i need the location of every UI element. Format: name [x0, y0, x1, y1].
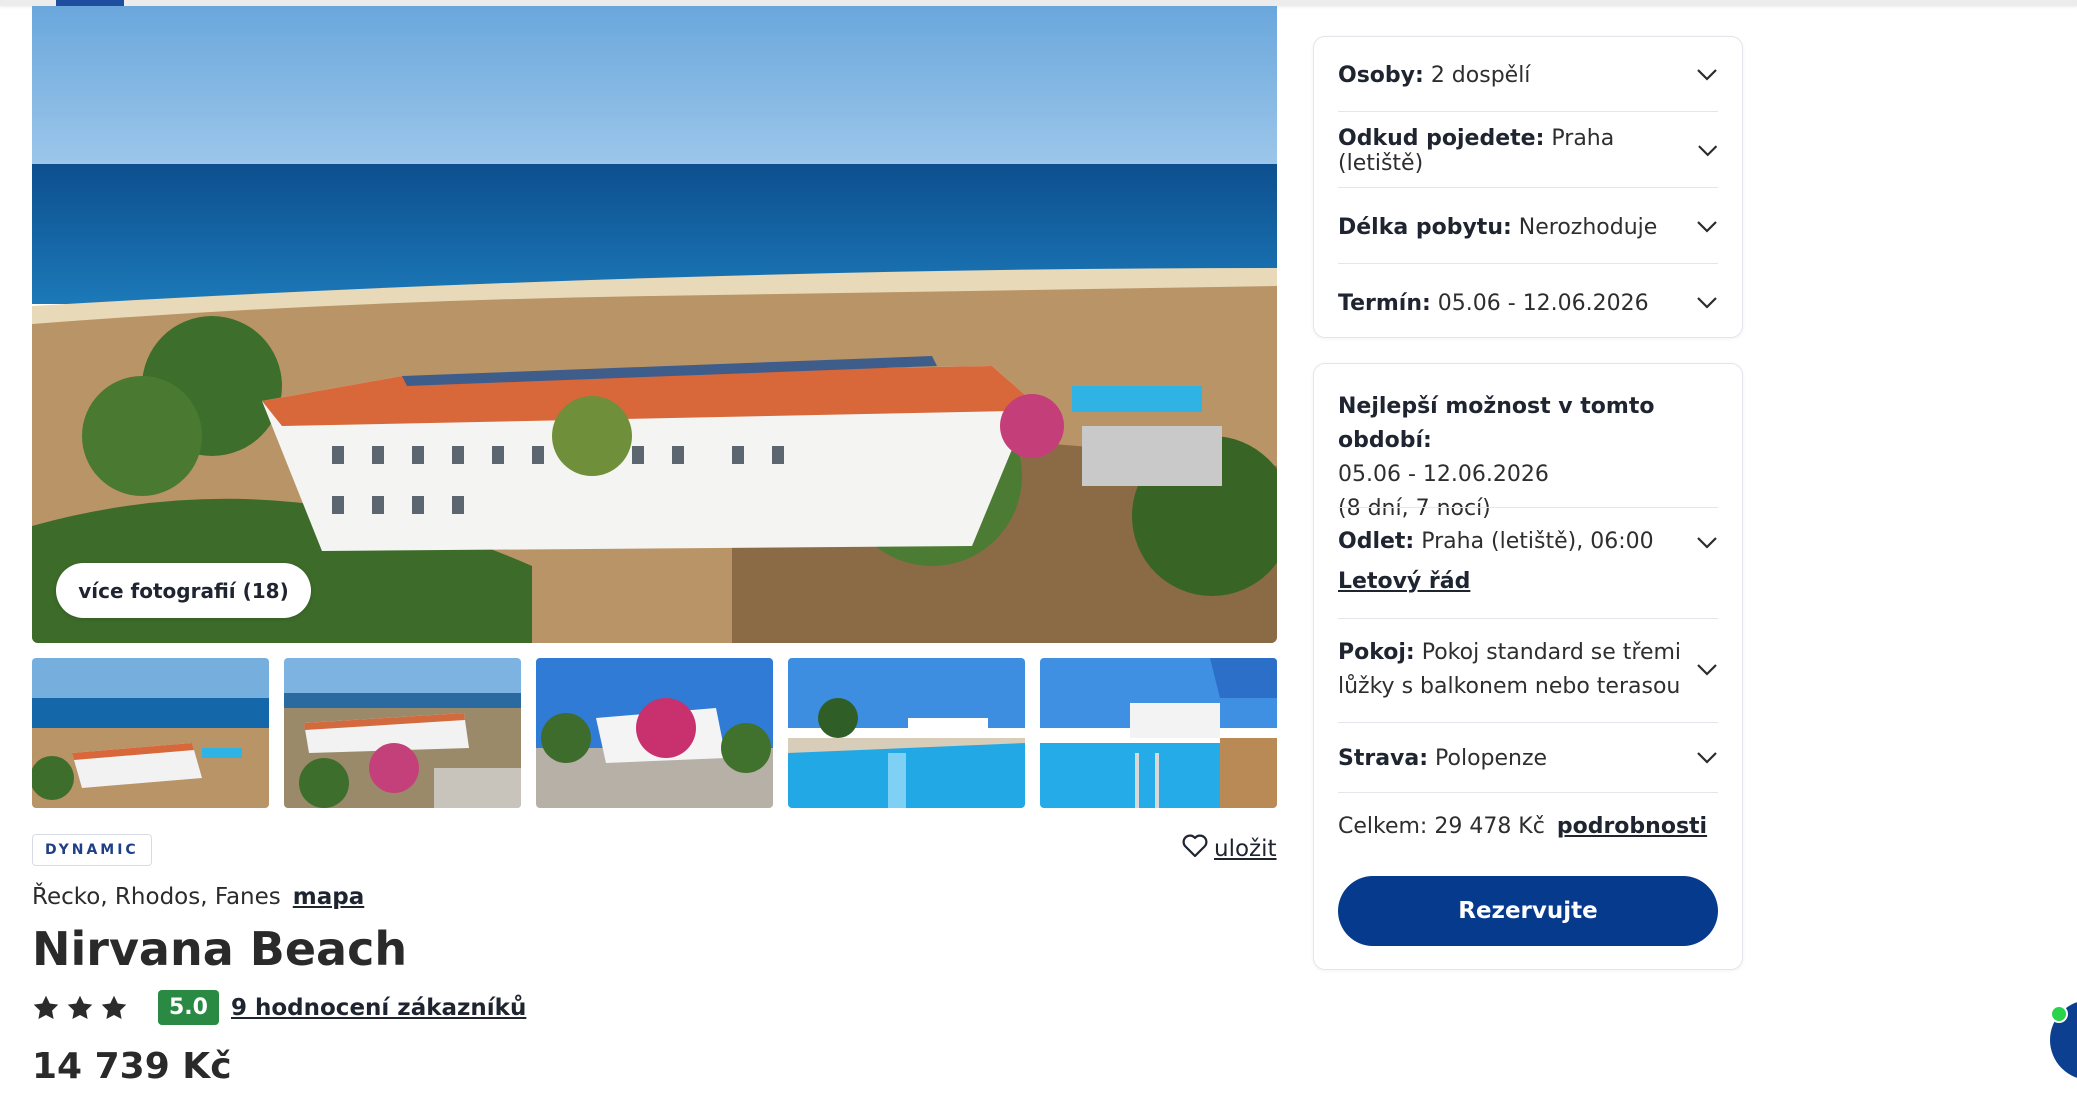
- persons-value: 2 dospělí: [1430, 62, 1531, 88]
- board-label: Strava:: [1338, 745, 1429, 771]
- length-label: Délka pobytu:: [1338, 214, 1512, 240]
- search-parameters-card: Osoby: 2 dospělí Odkud pojedete: Praha (…: [1313, 36, 1743, 338]
- more-photos-button[interactable]: více fotografií (18): [56, 563, 311, 618]
- divider: [1338, 722, 1718, 723]
- hotel-name: Nirvana Beach: [32, 922, 408, 976]
- room-value-line1: Pokoj standard se třemi: [1421, 640, 1682, 665]
- board-value: Polopenze: [1435, 745, 1548, 771]
- location-text: Řecko, Rhodos, Fanes: [32, 884, 281, 910]
- thumbnail-3[interactable]: [536, 658, 773, 808]
- star-icon: [101, 995, 127, 1019]
- departure-selector[interactable]: Odlet: Praha (letiště), 06:00 Letový řád: [1338, 522, 1718, 602]
- best-option: Nejlepší možnost v tomto období: 05.06 -…: [1338, 390, 1742, 526]
- departure-label: Odlet:: [1338, 529, 1415, 554]
- divider: [1338, 792, 1718, 793]
- chevron-down-icon: [1697, 145, 1717, 157]
- star-icon: [67, 995, 93, 1019]
- book-button[interactable]: Rezervujte: [1338, 876, 1718, 946]
- thumbnail-strip: [32, 658, 1277, 808]
- rating-score-badge: 5.0: [158, 990, 219, 1025]
- total-price-row: Celkem: 29 478 Kč podrobnosti: [1338, 806, 1718, 846]
- map-link[interactable]: mapa: [293, 884, 364, 910]
- thumbnail-1[interactable]: [32, 658, 269, 808]
- date-selector[interactable]: Termín: 05.06 - 12.06.2026: [1338, 283, 1718, 323]
- reviews-link[interactable]: 9 hodnocení zákazníků: [231, 995, 526, 1021]
- best-option-title: Nejlepší možnost v tomto období:: [1338, 394, 1655, 453]
- save-button[interactable]: uložit: [1182, 834, 1277, 864]
- heart-icon: [1182, 834, 1208, 864]
- length-value: Nerozhoduje: [1518, 214, 1658, 240]
- hotel-price: 14 739 Kč: [32, 1046, 232, 1087]
- total-price: Celkem: 29 478 Kč: [1338, 813, 1545, 839]
- persons-label: Osoby:: [1338, 62, 1424, 88]
- chevron-down-icon: [1697, 69, 1717, 81]
- divider: [1338, 507, 1718, 508]
- online-status-dot: [2050, 1005, 2068, 1023]
- departure-city-selector[interactable]: Odkud pojedete: Praha (letiště): [1338, 126, 1718, 176]
- board-selector[interactable]: Strava: Polopenze: [1338, 738, 1718, 778]
- thumbnail-2[interactable]: [284, 658, 521, 808]
- chevron-down-icon: [1697, 221, 1717, 233]
- divider: [1338, 187, 1718, 188]
- star-icon: [33, 995, 59, 1019]
- room-label: Pokoj:: [1338, 640, 1415, 665]
- main-hotel-photo[interactable]: [32, 6, 1277, 643]
- thumbnail-5[interactable]: [1040, 658, 1277, 808]
- room-selector[interactable]: Pokoj: Pokoj standard se třemi lůžky s b…: [1338, 632, 1718, 708]
- date-label: Termín:: [1338, 290, 1431, 316]
- chevron-down-icon: [1697, 297, 1717, 309]
- flight-schedule-link[interactable]: Letový řád: [1338, 562, 1654, 602]
- save-label: uložit: [1214, 836, 1277, 862]
- room-value-line2: lůžky s balkonem nebo terasou: [1338, 674, 1681, 699]
- from-label: Odkud pojedete:: [1338, 126, 1545, 151]
- date-value: 05.06 - 12.06.2026: [1437, 290, 1649, 316]
- best-option-duration: (8 dní, 7 nocí): [1338, 496, 1491, 521]
- chevron-down-icon: [1697, 752, 1717, 764]
- rating-row: 5.0 9 hodnocení zákazníků: [32, 990, 526, 1025]
- divider: [1338, 263, 1718, 264]
- chevron-down-icon: [1697, 537, 1717, 549]
- price-details-link[interactable]: podrobnosti: [1557, 814, 1707, 839]
- divider: [1338, 618, 1718, 619]
- stay-length-selector[interactable]: Délka pobytu: Nerozhoduje: [1338, 207, 1718, 247]
- chevron-down-icon: [1697, 664, 1717, 676]
- star-rating: [32, 994, 128, 1022]
- departure-value: Praha (letiště), 06:00: [1421, 529, 1654, 554]
- persons-selector[interactable]: Osoby: 2 dospělí: [1338, 55, 1718, 95]
- divider: [1338, 111, 1718, 112]
- hotel-location: Řecko, Rhodos, Fanes mapa: [32, 884, 364, 910]
- thumbnail-4[interactable]: [788, 658, 1025, 808]
- best-option-dates: 05.06 - 12.06.2026: [1338, 462, 1549, 487]
- dynamic-tag: DYNAMIC: [32, 834, 152, 866]
- offer-card: Nejlepší možnost v tomto období: 05.06 -…: [1313, 363, 1743, 970]
